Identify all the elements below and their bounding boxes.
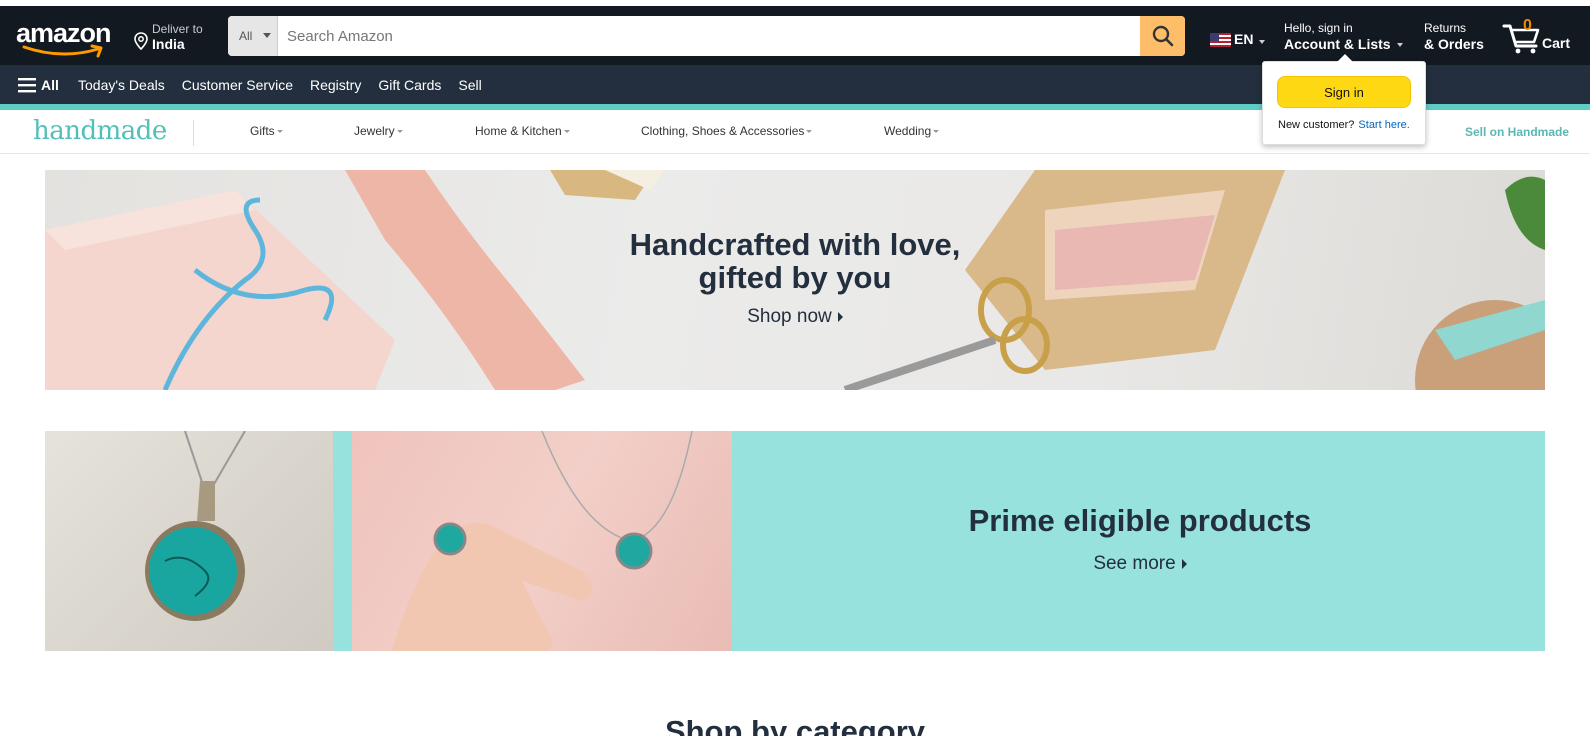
chevron-down-icon bbox=[276, 130, 283, 134]
chevron-down-icon bbox=[563, 130, 570, 134]
cart-label: Cart bbox=[1542, 35, 1571, 51]
prime-cta-label: See more bbox=[1093, 553, 1176, 574]
account-greeting: Hello, sign in bbox=[1284, 21, 1353, 35]
all-menu-button[interactable]: All bbox=[18, 65, 59, 104]
hero-banner[interactable]: Handcrafted with love, gifted by you Sho… bbox=[45, 170, 1545, 390]
chevron-down-icon bbox=[933, 130, 940, 134]
chevron-down-icon bbox=[263, 33, 271, 38]
prime-see-more-link[interactable]: See more bbox=[735, 553, 1545, 575]
section-heading-shop-by-category: Shop by category bbox=[664, 714, 926, 736]
pendant-photo bbox=[45, 431, 333, 651]
language-selector[interactable]: EN bbox=[1210, 30, 1266, 50]
us-flag-icon bbox=[1210, 33, 1231, 47]
pendant-image bbox=[145, 431, 246, 621]
sell-on-handmade-link[interactable]: Sell on Handmade bbox=[1465, 125, 1569, 139]
hero-title-line1: Handcrafted with love, bbox=[629, 227, 961, 262]
prime-banner-title: Prime eligible products bbox=[968, 503, 1312, 538]
deliver-country: India bbox=[152, 36, 185, 52]
hero-shop-now-link[interactable]: Shop now bbox=[585, 306, 1005, 328]
amazon-smile-icon bbox=[22, 44, 103, 58]
nav-link-registry[interactable]: Registry bbox=[310, 77, 361, 93]
hero-title: Handcrafted with love, gifted by you bbox=[585, 228, 1005, 294]
cart-count: 0 bbox=[1523, 17, 1532, 34]
handmade-nav-label: Clothing, Shoes & Accessories bbox=[641, 124, 805, 138]
nav-link-todays-deals[interactable]: Today's Deals bbox=[78, 77, 165, 93]
deliver-label: Deliver to bbox=[152, 22, 203, 36]
nav-link-sell[interactable]: Sell bbox=[458, 77, 481, 93]
handmade-logo[interactable]: handmade bbox=[33, 116, 167, 146]
language-code: EN bbox=[1234, 31, 1254, 47]
start-here-link[interactable]: Start here. bbox=[1358, 119, 1409, 131]
search-icon bbox=[1152, 25, 1173, 47]
handmade-nav-label: Gifts bbox=[250, 124, 275, 138]
new-customer-label: New customer? bbox=[1278, 119, 1355, 131]
flyout-arrow bbox=[1337, 54, 1353, 62]
new-customer-text: New customer? Start here. bbox=[1278, 119, 1410, 131]
ring-necklace-image bbox=[392, 431, 693, 651]
chevron-down-icon bbox=[396, 130, 403, 134]
signin-button[interactable]: Sign in bbox=[1277, 76, 1411, 108]
all-menu-label: All bbox=[41, 76, 59, 93]
chevron-down-icon bbox=[1259, 40, 1265, 44]
chevron-down-icon bbox=[1397, 43, 1403, 47]
returns-label: Returns bbox=[1424, 21, 1467, 35]
orders-label: & Orders bbox=[1424, 36, 1484, 52]
hero-title-line2: gifted by you bbox=[698, 260, 892, 295]
nav-link-customer-service[interactable]: Customer Service bbox=[182, 77, 293, 93]
deliver-to[interactable]: Deliver to India bbox=[134, 20, 214, 54]
search-button[interactable] bbox=[1140, 16, 1185, 56]
prime-banner[interactable]: Prime eligible products See more bbox=[45, 431, 1545, 651]
handmade-nav-gifts[interactable]: Gifts bbox=[250, 124, 283, 138]
nav-links: Today's Deals Customer Service Registry … bbox=[78, 65, 499, 104]
cart-icon bbox=[1502, 24, 1540, 54]
chevron-down-icon bbox=[806, 130, 813, 134]
returns-orders[interactable]: Returns & Orders bbox=[1424, 20, 1494, 56]
search-bar: All bbox=[228, 16, 1185, 56]
handmade-nav-label: Wedding bbox=[884, 124, 932, 138]
hamburger-menu-icon bbox=[18, 77, 36, 92]
handmade-nav-home-kitchen[interactable]: Home & Kitchen bbox=[475, 124, 570, 138]
handmade-nav-clothing[interactable]: Clothing, Shoes & Accessories bbox=[641, 124, 813, 138]
account-lists-label: Account & Lists bbox=[1284, 36, 1391, 52]
chevron-right-icon bbox=[1181, 558, 1187, 569]
amazon-logo[interactable]: amazon bbox=[16, 18, 116, 58]
ring-necklace-photo bbox=[352, 431, 732, 651]
handmade-nav-jewelry[interactable]: Jewelry bbox=[354, 124, 403, 138]
handmade-nav-label: Jewelry bbox=[354, 124, 395, 138]
handmade-nav-wedding[interactable]: Wedding bbox=[884, 124, 940, 138]
search-input[interactable] bbox=[279, 16, 1127, 56]
search-category-label: All bbox=[239, 29, 253, 43]
hero-cta-label: Shop now bbox=[747, 306, 832, 327]
signin-flyout: Sign in New customer? Start here. bbox=[1262, 54, 1426, 145]
divider bbox=[193, 120, 194, 146]
account-lists[interactable]: Hello, sign in Account & Lists bbox=[1284, 20, 1410, 56]
cart-button[interactable]: 0 Cart bbox=[1502, 16, 1582, 56]
chevron-right-icon bbox=[837, 311, 843, 322]
search-category-dropdown[interactable]: All bbox=[228, 16, 278, 56]
location-pin-icon bbox=[134, 32, 148, 50]
nav-link-gift-cards[interactable]: Gift Cards bbox=[378, 77, 441, 93]
handmade-nav-label: Home & Kitchen bbox=[475, 124, 562, 138]
